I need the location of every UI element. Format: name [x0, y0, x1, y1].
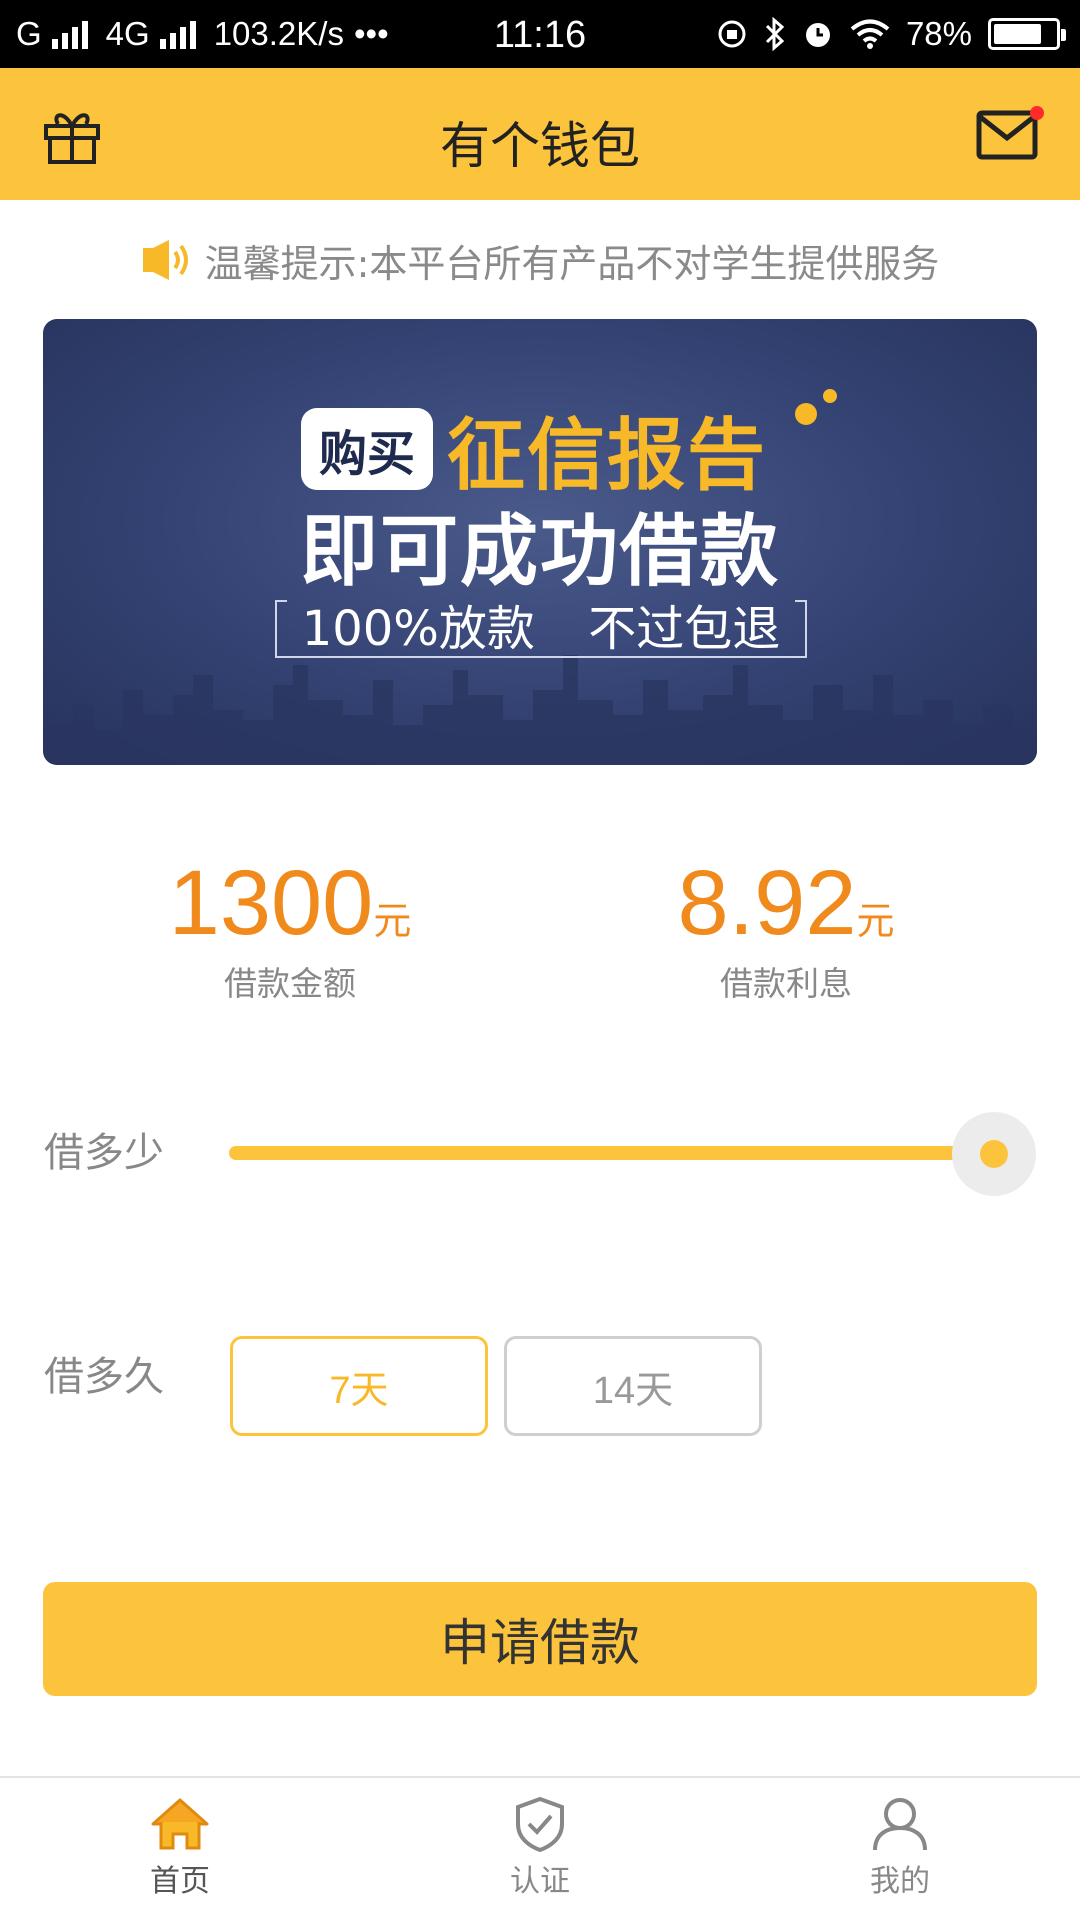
battery-percent: 78% — [905, 15, 972, 52]
loan-interest-unit: 元 — [856, 899, 895, 943]
nav-label-verify: 认证 — [510, 1864, 570, 1899]
carrier-1: G — [16, 15, 42, 52]
decor-dot — [795, 403, 817, 425]
app-header: 有个钱包 — [0, 68, 1080, 200]
amount-slider-track[interactable] — [229, 1146, 989, 1160]
loan-interest: 8.92 — [677, 852, 857, 954]
banner-tagline-left: 100%放款 — [301, 601, 535, 657]
carrier-2: 4G — [105, 15, 150, 52]
duration-label: 借多久 — [44, 1354, 164, 1400]
notice-text: 温馨提示:本平台所有产品不对学生提供服务 — [204, 241, 940, 286]
nav-label-mine: 我的 — [870, 1864, 930, 1899]
status-left: G 4G 103.2K/s ••• — [16, 0, 389, 68]
nav-label-home: 首页 — [150, 1864, 210, 1899]
loan-amount: 1300 — [168, 852, 374, 954]
banner-tagline: 100%放款 不过包退 — [275, 592, 807, 658]
bottom-nav: 首页 认证 我的 — [0, 1776, 1080, 1920]
loan-amount-unit: 元 — [373, 899, 412, 943]
signal-icon-2 — [159, 19, 196, 49]
banner-tag: 购买 — [301, 408, 434, 490]
banner-tagline-right: 不过包退 — [588, 601, 781, 657]
status-bar: G 4G 103.2K/s ••• 11:16 78% — [0, 0, 1080, 68]
status-right: 78% — [716, 0, 1066, 68]
network-speed: 103.2K/s — [213, 15, 344, 52]
signal-icon — [51, 19, 88, 49]
unread-badge — [1030, 106, 1044, 120]
loan-amount-label: 借款金额 — [224, 964, 356, 1003]
rotation-lock-icon — [718, 20, 746, 48]
loan-interest-stat: 8.92元 借款利息 — [586, 855, 986, 1005]
shield-check-icon — [516, 1796, 564, 1852]
more-dots: ••• — [353, 15, 389, 52]
mail-icon[interactable] — [976, 110, 1040, 162]
user-icon — [873, 1798, 927, 1851]
loan-amount-stat: 1300元 借款金额 — [90, 855, 490, 1005]
loan-interest-label: 借款利息 — [720, 964, 852, 1003]
battery-icon — [988, 18, 1066, 50]
nav-item-mine[interactable]: 我的 — [820, 1796, 980, 1900]
home-icon — [151, 1798, 209, 1850]
bluetooth-icon — [765, 17, 785, 51]
nav-item-home[interactable]: 首页 — [100, 1796, 260, 1900]
page-title: 有个钱包 — [440, 117, 640, 175]
amount-slider-handle[interactable] — [952, 1112, 1036, 1196]
promo-banner[interactable]: 购买 征信报告 即可成功借款 100%放款 不过包退 — [43, 319, 1037, 765]
apply-loan-button[interactable]: 申请借款 — [43, 1582, 1037, 1696]
nav-item-verify[interactable]: 认证 — [460, 1796, 620, 1900]
decor-dot — [823, 389, 837, 403]
notice-bar: 温馨提示:本平台所有产品不对学生提供服务 — [0, 230, 1080, 290]
duration-option-14[interactable]: 14天 — [504, 1336, 762, 1436]
amount-label: 借多少 — [44, 1130, 164, 1176]
alarm-icon — [805, 23, 830, 47]
speaker-icon — [142, 240, 188, 280]
banner-subhead: 即可成功借款 — [299, 507, 780, 597]
wifi-icon — [850, 19, 890, 49]
duration-option-7[interactable]: 7天 — [230, 1336, 488, 1436]
